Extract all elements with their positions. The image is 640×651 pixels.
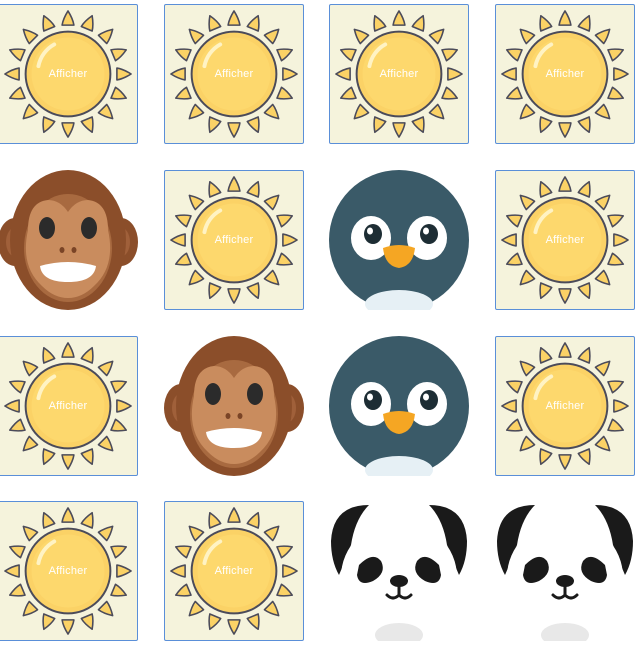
memory-card-hidden[interactable]: Afficher [164,4,304,144]
memory-card-hidden[interactable]: Afficher [164,170,304,310]
sun-icon [501,342,629,470]
memory-card-hidden[interactable]: Afficher [495,4,635,144]
memory-card-revealed[interactable] [329,336,469,476]
memory-board: Afficher Afficher Afficher Afficher Affi… [0,0,640,651]
sun-icon [4,507,132,635]
penguin-icon [329,336,469,476]
memory-card-revealed[interactable] [329,170,469,310]
panda-icon [497,505,633,641]
sun-icon [170,10,298,138]
memory-card-hidden[interactable]: Afficher [164,501,304,641]
memory-card-revealed[interactable] [495,501,635,641]
sun-icon [501,10,629,138]
sun-icon [4,10,132,138]
sun-icon [501,176,629,304]
sun-icon [170,507,298,635]
monkey-icon [0,170,138,310]
memory-card-revealed[interactable] [329,501,469,641]
memory-card-revealed[interactable] [0,170,138,310]
penguin-icon [329,170,469,310]
sun-icon [4,342,132,470]
panda-icon [331,505,467,641]
memory-card-revealed[interactable] [164,336,304,476]
monkey-icon [164,336,304,476]
sun-icon [170,176,298,304]
memory-card-hidden[interactable]: Afficher [329,4,469,144]
sun-icon [335,10,463,138]
memory-card-hidden[interactable]: Afficher [0,336,138,476]
memory-card-hidden[interactable]: Afficher [0,4,138,144]
memory-card-hidden[interactable]: Afficher [495,170,635,310]
memory-card-hidden[interactable]: Afficher [495,336,635,476]
memory-card-hidden[interactable]: Afficher [0,501,138,641]
